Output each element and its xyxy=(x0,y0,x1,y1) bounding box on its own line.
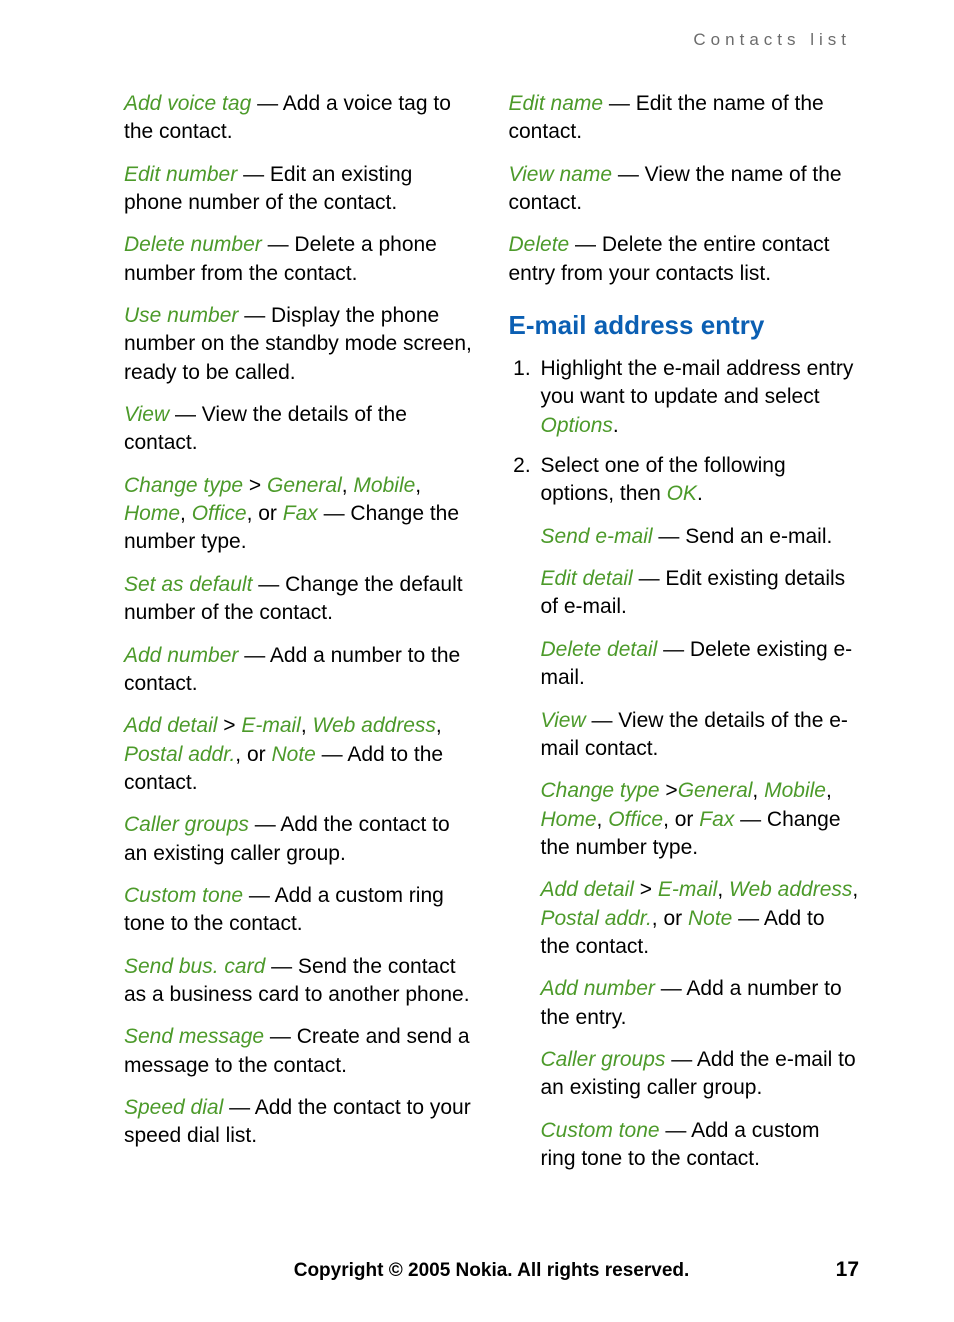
item-send-message: Send message — Create and send a message… xyxy=(124,1023,475,1080)
item-add-detail: Add detail > E-mail, Web address, Postal… xyxy=(124,712,475,797)
term: Delete xyxy=(509,233,570,256)
term: Add number xyxy=(124,644,238,667)
item-delete-number: Delete number — Delete a phone number fr… xyxy=(124,231,475,288)
subitem-add-detail: Add detail > E-mail, Web address, Postal… xyxy=(541,876,860,961)
step-text: Highlight the e-mail address entry you w… xyxy=(541,357,854,408)
item-use-number: Use number — Display the phone number on… xyxy=(124,302,475,387)
item-change-type: Change type > General, Mobile, Home, Off… xyxy=(124,472,475,557)
gt: > xyxy=(243,474,267,497)
term: Caller groups xyxy=(124,813,249,836)
subitem-send-email: Send e-mail — Send an e-mail. xyxy=(541,523,860,551)
term-ok: OK xyxy=(667,482,697,505)
or: , or xyxy=(247,502,283,525)
or: , or xyxy=(235,743,271,766)
opt-note: Note xyxy=(271,743,315,766)
term: Set as default xyxy=(124,573,252,596)
step-2: Select one of the following options, the… xyxy=(537,452,860,1173)
desc: — Send an e-mail. xyxy=(653,525,833,548)
term: Use number xyxy=(124,304,238,327)
term: Edit detail xyxy=(541,567,633,590)
item-add-voice-tag: Add voice tag — Add a voice tag to the c… xyxy=(124,90,475,147)
column-left: Add voice tag — Add a voice tag to the c… xyxy=(124,90,475,1187)
footer-copyright: Copyright © 2005 Nokia. All rights reser… xyxy=(124,1260,859,1282)
term: Add detail xyxy=(541,878,634,901)
subitem-edit-detail: Edit detail — Edit existing details of e… xyxy=(541,565,860,622)
opt-mobile: Mobile xyxy=(353,474,415,497)
item-view: View — View the details of the contact. xyxy=(124,401,475,458)
period: . xyxy=(697,482,703,505)
term: Speed dial xyxy=(124,1096,223,1119)
subitem-add-number: Add number — Add a number to the entry. xyxy=(541,975,860,1032)
subitem-custom-tone: Custom tone — Add a custom ring tone to … xyxy=(541,1117,860,1174)
desc: — View the details of the e-mail contact… xyxy=(541,709,848,760)
term: Custom tone xyxy=(541,1119,660,1142)
term: Delete number xyxy=(124,233,262,256)
term: Add number xyxy=(541,977,655,1000)
term: Change type xyxy=(124,474,243,497)
or: , or xyxy=(663,808,699,831)
page-number: 17 xyxy=(836,1258,859,1282)
term: Send bus. card xyxy=(124,955,265,978)
column-right: Edit name — Edit the name of the contact… xyxy=(509,90,860,1187)
item-speed-dial: Speed dial — Add the contact to your spe… xyxy=(124,1094,475,1151)
item-send-bus-card: Send bus. card — Send the contact as a b… xyxy=(124,953,475,1010)
opt-web: Web address xyxy=(313,714,436,737)
subitem-view: View — View the details of the e-mail co… xyxy=(541,707,860,764)
term-options: Options xyxy=(541,414,613,437)
subitem-caller-groups: Caller groups — Add the e-mail to an exi… xyxy=(541,1046,860,1103)
page: Contacts list Add voice tag — Add a voic… xyxy=(0,0,954,1322)
opt-office: Office xyxy=(608,808,663,831)
subitem-change-type: Change type >General, Mobile, Home, Offi… xyxy=(541,777,860,862)
or: , or xyxy=(652,907,688,930)
term: Delete detail xyxy=(541,638,658,661)
term: Send e-mail xyxy=(541,525,653,548)
opt-fax: Fax xyxy=(699,808,734,831)
term: Send message xyxy=(124,1025,264,1048)
item-view-name: View name — View the name of the contact… xyxy=(509,161,860,218)
columns: Add voice tag — Add a voice tag to the c… xyxy=(124,90,859,1187)
opt-general: General xyxy=(678,779,753,802)
term: Edit number xyxy=(124,163,237,186)
term: Caller groups xyxy=(541,1048,666,1071)
term: View xyxy=(541,709,586,732)
opt-home: Home xyxy=(541,808,597,831)
opt-email: E-mail xyxy=(658,878,718,901)
opt-general: General xyxy=(267,474,342,497)
term: View name xyxy=(509,163,613,186)
item-add-number: Add number — Add a number to the contact… xyxy=(124,642,475,699)
step-text: Select one of the following options, the… xyxy=(541,454,786,505)
item-caller-groups: Caller groups — Add the contact to an ex… xyxy=(124,811,475,868)
opt-web: Web address xyxy=(729,878,852,901)
item-edit-number: Edit number — Edit an existing phone num… xyxy=(124,161,475,218)
opt-office: Office xyxy=(192,502,247,525)
gt: > xyxy=(660,779,678,802)
term: Custom tone xyxy=(124,884,243,907)
gt: > xyxy=(217,714,241,737)
item-custom-tone: Custom tone — Add a custom ring tone to … xyxy=(124,882,475,939)
period: . xyxy=(613,414,619,437)
item-delete: Delete — Delete the entire contact entry… xyxy=(509,231,860,288)
opt-note: Note xyxy=(688,907,732,930)
opt-postal: Postal addr. xyxy=(124,743,235,766)
opt-home: Home xyxy=(124,502,180,525)
term: Edit name xyxy=(509,92,604,115)
item-set-as-default: Set as default — Change the default numb… xyxy=(124,571,475,628)
heading-email-address-entry: E-mail address entry xyxy=(509,310,860,341)
sub-options: Send e-mail — Send an e-mail. Edit detai… xyxy=(541,523,860,1174)
gt: > xyxy=(634,878,658,901)
step-1: Highlight the e-mail address entry you w… xyxy=(537,355,860,440)
running-header: Contacts list xyxy=(124,30,851,50)
term: Change type xyxy=(541,779,660,802)
item-edit-name: Edit name — Edit the name of the contact… xyxy=(509,90,860,147)
opt-mobile: Mobile xyxy=(764,779,826,802)
term: Add detail xyxy=(124,714,217,737)
opt-email: E-mail xyxy=(241,714,301,737)
term: View xyxy=(124,403,169,426)
steps-list: Highlight the e-mail address entry you w… xyxy=(509,355,860,1173)
opt-fax: Fax xyxy=(283,502,318,525)
opt-postal: Postal addr. xyxy=(541,907,652,930)
term: Add voice tag xyxy=(124,92,251,115)
subitem-delete-detail: Delete detail — Delete existing e-mail. xyxy=(541,636,860,693)
